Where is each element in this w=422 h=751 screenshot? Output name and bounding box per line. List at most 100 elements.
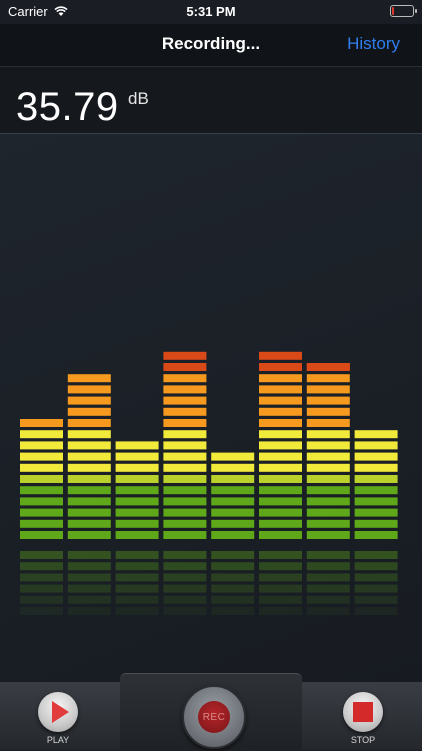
meter-reflection <box>115 573 159 582</box>
meter-reflection <box>354 573 398 582</box>
meter-reflection <box>211 551 255 559</box>
meter-segment <box>67 374 111 383</box>
meter-segment <box>259 486 302 495</box>
meter-segment <box>211 519 255 528</box>
meter-segment <box>163 374 207 383</box>
meter-reflection <box>306 573 350 582</box>
meter-segment <box>67 475 111 483</box>
decibel-unit: dB <box>128 89 149 108</box>
meter-reflection <box>354 562 398 571</box>
meter-segment <box>163 351 207 360</box>
meter-segment <box>306 497 350 506</box>
meter-segment <box>259 363 302 371</box>
meter-segment <box>259 441 302 450</box>
meter-segment <box>306 441 350 450</box>
status-time: 5:31 PM <box>186 4 236 19</box>
status-bar: Carrier 5:31 PM <box>0 0 422 24</box>
meter-segment <box>306 531 350 539</box>
meter-segment <box>163 452 207 461</box>
meter-reflection <box>67 551 111 559</box>
meter-segment <box>20 430 63 439</box>
meter-segment <box>20 486 63 495</box>
meter-segment <box>115 508 159 517</box>
meter-reflection <box>211 584 255 593</box>
meter-reflection <box>354 584 398 593</box>
meter-segment <box>259 351 302 360</box>
meter-segment <box>67 419 111 427</box>
meter-segment <box>163 508 207 517</box>
play-label: PLAY <box>46 735 70 745</box>
meter-segment <box>354 531 398 539</box>
meter-segment <box>67 396 111 405</box>
meter-reflection <box>259 551 302 559</box>
meter-segment <box>115 497 159 506</box>
meter-segment <box>306 407 350 416</box>
meter-segment <box>163 531 207 539</box>
meter-reflection <box>20 584 63 593</box>
meter-segment <box>306 463 350 472</box>
meter-segment <box>163 385 207 394</box>
meter-segment <box>67 385 111 394</box>
meter-reflection <box>211 607 255 615</box>
meter-segment <box>163 396 207 405</box>
record-button[interactable]: REC <box>182 685 246 749</box>
meter-segment <box>67 519 111 528</box>
meter-segment <box>115 519 159 528</box>
record-label: REC <box>198 701 230 733</box>
meter-segment <box>20 475 63 483</box>
play-button[interactable] <box>38 692 78 732</box>
meter-reflection <box>163 607 207 615</box>
stop-label: STOP <box>350 735 376 745</box>
meter-reflection <box>211 573 255 582</box>
meter-segment <box>259 407 302 416</box>
meter-segment <box>20 441 63 450</box>
meter-reflection <box>67 595 111 604</box>
meter-segment <box>211 475 255 483</box>
meter-segment <box>354 452 398 461</box>
meter-segment <box>163 463 207 472</box>
meter-segment <box>163 486 207 495</box>
meter-segment <box>163 441 207 450</box>
meter-segment <box>67 441 111 450</box>
battery-icon <box>390 5 417 17</box>
meter-segment <box>20 519 63 528</box>
meter-segment <box>211 508 255 517</box>
meter-segment <box>20 497 63 506</box>
meter-segment <box>67 486 111 495</box>
meter-reflection <box>306 584 350 593</box>
meter-segment <box>259 419 302 427</box>
meter-reflection <box>20 607 63 615</box>
meter-segment <box>115 441 159 450</box>
meter-reflection <box>163 584 207 593</box>
meter-segment <box>259 452 302 461</box>
meter-segment <box>259 519 302 528</box>
play-icon <box>52 701 69 723</box>
stop-button[interactable] <box>343 692 383 732</box>
meter-segment <box>259 475 302 483</box>
meter-segment <box>115 452 159 461</box>
meter-segment <box>67 407 111 416</box>
meter-segment <box>20 463 63 472</box>
level-meter-panel <box>0 134 422 682</box>
history-button[interactable]: History <box>347 34 400 54</box>
meter-segment <box>354 519 398 528</box>
meter-segment <box>259 508 302 517</box>
meter-segment <box>259 463 302 472</box>
meter-segment <box>354 497 398 506</box>
meter-segment <box>354 463 398 472</box>
meter-reflection <box>163 595 207 604</box>
meter-reflection <box>115 595 159 604</box>
meter-segment <box>211 452 255 461</box>
meter-segment <box>306 452 350 461</box>
meter-reflection <box>259 607 302 615</box>
meter-reflection <box>67 562 111 571</box>
meter-reflection <box>67 584 111 593</box>
meter-reflection <box>259 573 302 582</box>
meter-segment <box>354 475 398 483</box>
level-meter <box>20 351 398 615</box>
meter-segment <box>354 430 398 439</box>
meter-segment <box>163 363 207 371</box>
meter-segment <box>306 419 350 427</box>
meter-segment <box>163 419 207 427</box>
meter-reflection <box>259 584 302 593</box>
